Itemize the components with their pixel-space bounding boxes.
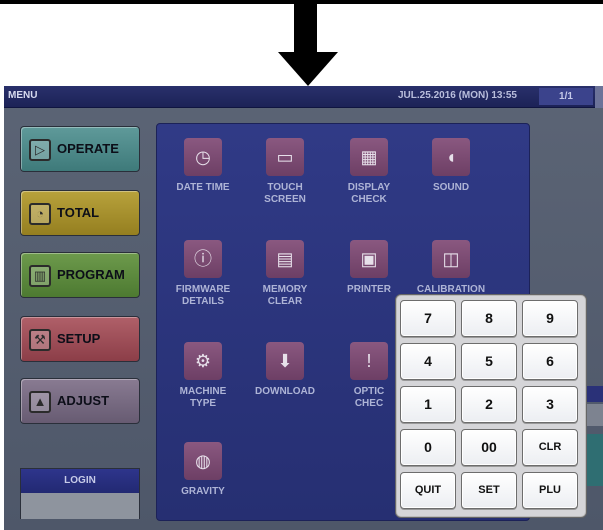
login-label: LOGIN: [21, 469, 139, 493]
tile-label: TOUCH SCREEN: [264, 182, 306, 205]
plu-key[interactable]: PLU: [522, 472, 578, 509]
title-bar-end: [595, 86, 603, 108]
calendar-clock-icon: ◷: [184, 138, 222, 176]
program-label: PROGRAM: [57, 267, 125, 282]
clock-icon: ◔: [29, 203, 51, 225]
tile-label: MACHINE TYPE: [179, 386, 227, 409]
tile-label: FIRMWARE DETAILS: [175, 284, 231, 307]
key-8[interactable]: 8: [461, 300, 517, 337]
key-4[interactable]: 4: [400, 343, 456, 380]
monitor-icon: ▭: [266, 138, 304, 176]
key-6[interactable]: 6: [522, 343, 578, 380]
tile-label: DOWNLOAD: [255, 386, 315, 397]
color-bars-icon: ▦: [350, 138, 388, 176]
calibration-icon: ◫: [432, 240, 470, 278]
setup-button[interactable]: ⚒ SETUP: [20, 316, 140, 362]
set-key[interactable]: SET: [461, 472, 517, 509]
folder-clear-icon: ▤: [266, 240, 304, 278]
total-label: TOTAL: [57, 205, 100, 220]
numeric-keypad: 7 8 9 4 5 6 1 2 3 0 00 CLR QUIT SET PLU: [395, 294, 587, 518]
gravity-icon: ◍: [184, 442, 222, 480]
total-button[interactable]: ◔ TOTAL: [20, 190, 140, 236]
date-time-display: JUL.25.2016 (MON) 13:55: [398, 90, 517, 101]
key-2[interactable]: 2: [461, 386, 517, 423]
wrench-icon: ⚒: [29, 329, 51, 351]
tile-label: DISPLAY CHECK: [347, 182, 391, 205]
tile-printer[interactable]: ▣ PRINTER: [329, 240, 409, 296]
info-icon: ⓘ: [184, 240, 222, 278]
tile-label: SOUND: [432, 182, 470, 193]
adjust-label: ADJUST: [57, 393, 110, 408]
tile-gravity[interactable]: ◍ GRAVITY: [163, 442, 243, 498]
tile-label: DATE TIME: [176, 182, 230, 193]
tile-label: GRAVITY: [181, 486, 225, 497]
tile-machine-type[interactable]: ⚙ MACHINE TYPE: [163, 342, 243, 410]
login-user-field: [21, 493, 139, 519]
quit-key[interactable]: QUIT: [400, 472, 456, 509]
title-bar: MENU JUL.25.2016 (MON) 13:55 1/1: [4, 86, 603, 108]
key-0[interactable]: 0: [400, 429, 456, 466]
tile-label: MEMORY CLEAR: [262, 284, 308, 307]
down-arrow-icon: [278, 0, 338, 86]
tile-date-time[interactable]: ◷ DATE TIME: [163, 138, 243, 194]
gears-icon: ⚙: [184, 342, 222, 380]
page-indicator: 1/1: [539, 88, 593, 105]
login-button[interactable]: LOGIN: [20, 468, 140, 519]
tile-touch-screen[interactable]: ▭ TOUCH SCREEN: [245, 138, 325, 206]
tile-calibration[interactable]: ◫ CALIBRATION: [411, 240, 491, 296]
menu-screen: MENU JUL.25.2016 (MON) 13:55 1/1 ▷ OPERA…: [4, 86, 603, 530]
key-7[interactable]: 7: [400, 300, 456, 337]
screen-title: MENU: [8, 90, 38, 101]
key-5[interactable]: 5: [461, 343, 517, 380]
setup-label: SETUP: [57, 331, 101, 346]
program-button[interactable]: ▥ PROGRAM: [20, 252, 140, 298]
operate-button[interactable]: ▷ OPERATE: [20, 126, 140, 172]
key-9[interactable]: 9: [522, 300, 578, 337]
key-1[interactable]: 1: [400, 386, 456, 423]
download-icon: ⬇: [266, 342, 304, 380]
operate-label: OPERATE: [57, 141, 119, 156]
tile-sound[interactable]: ◖ SOUND: [411, 138, 491, 194]
clr-key[interactable]: CLR: [522, 429, 578, 466]
play-icon: ▷: [29, 139, 51, 161]
printer-icon: ▣: [350, 240, 388, 278]
adjust-button[interactable]: ▲ ADJUST: [20, 378, 140, 424]
key-00[interactable]: 00: [461, 429, 517, 466]
optic-icon: !: [350, 342, 388, 380]
tile-download[interactable]: ⬇ DOWNLOAD: [245, 342, 325, 398]
speaker-icon: ◖: [432, 138, 470, 176]
book-icon: ▥: [29, 265, 51, 287]
tile-memory-clear[interactable]: ▤ MEMORY CLEAR: [245, 240, 325, 308]
tile-display-check[interactable]: ▦ DISPLAY CHECK: [329, 138, 409, 206]
tile-firmware-details[interactable]: ⓘ FIRMWARE DETAILS: [163, 240, 243, 308]
key-3[interactable]: 3: [522, 386, 578, 423]
adjust-icon: ▲: [29, 391, 51, 413]
